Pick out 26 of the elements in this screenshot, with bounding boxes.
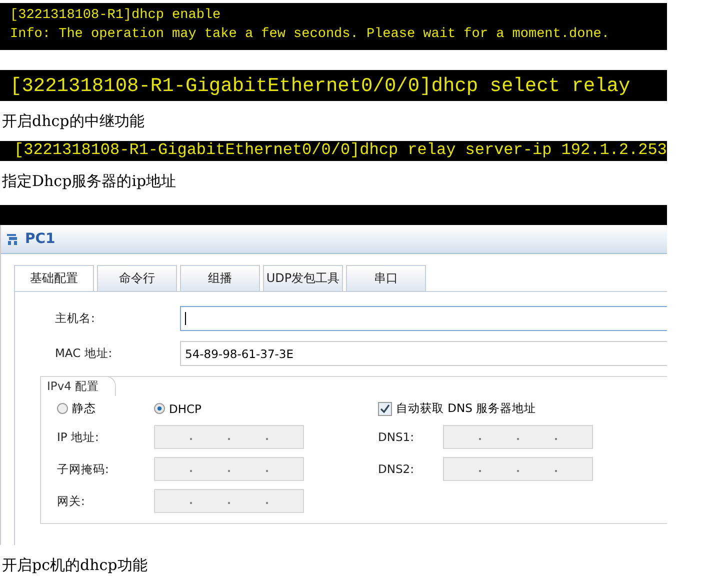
caption: 开启pc机的dhcp功能: [2, 555, 148, 575]
field-label: DNS1:: [378, 430, 415, 444]
tab[interactable]: 串口: [346, 265, 426, 291]
tab[interactable]: UDP发包工具: [263, 265, 343, 291]
tab[interactable]: 命令行: [97, 265, 177, 291]
field-label: MAC 地址:: [54, 346, 114, 361]
terminal-line: [3221318108-R1-GigabitEthernet0/0/0]dhcp relay server-ip 192.1.2.253: [14, 141, 667, 160]
terminal-line: Info: The operation may take a few seconds. Please wait for a moment.done.: [10, 26, 610, 44]
window-title: PC1: [25, 231, 56, 247]
field-label: IP 地址:: [57, 430, 100, 444]
caption: 指定Dhcp服务器的ip地址: [2, 171, 178, 191]
auto-dns-checkbox[interactable]: 自动获取 DNS 服务器地址: [378, 401, 536, 416]
terminal-line: [3221318108-R1]dhcp enable: [10, 7, 222, 25]
hostname-field[interactable]: [180, 306, 667, 331]
field-label: 主机名:: [54, 311, 96, 326]
tab[interactable]: 组播: [180, 265, 260, 291]
field-label: 子网掩码:: [57, 462, 110, 476]
tab[interactable]: 基础配置: [14, 265, 94, 291]
field-label: DNS2:: [378, 462, 415, 476]
radio-option[interactable]: DHCP: [154, 402, 378, 416]
terminal-line: [3221318108-R1-GigabitEthernet0/0/0]dhcp select relay: [10, 74, 632, 99]
caption: 开启dhcp的中继功能: [2, 111, 146, 131]
checkmark-icon: [380, 404, 390, 414]
radio-option[interactable]: 静态: [57, 401, 154, 416]
field-label: 网关:: [57, 494, 86, 508]
mac-field[interactable]: 54-89-98-61-37-3E: [180, 341, 667, 366]
